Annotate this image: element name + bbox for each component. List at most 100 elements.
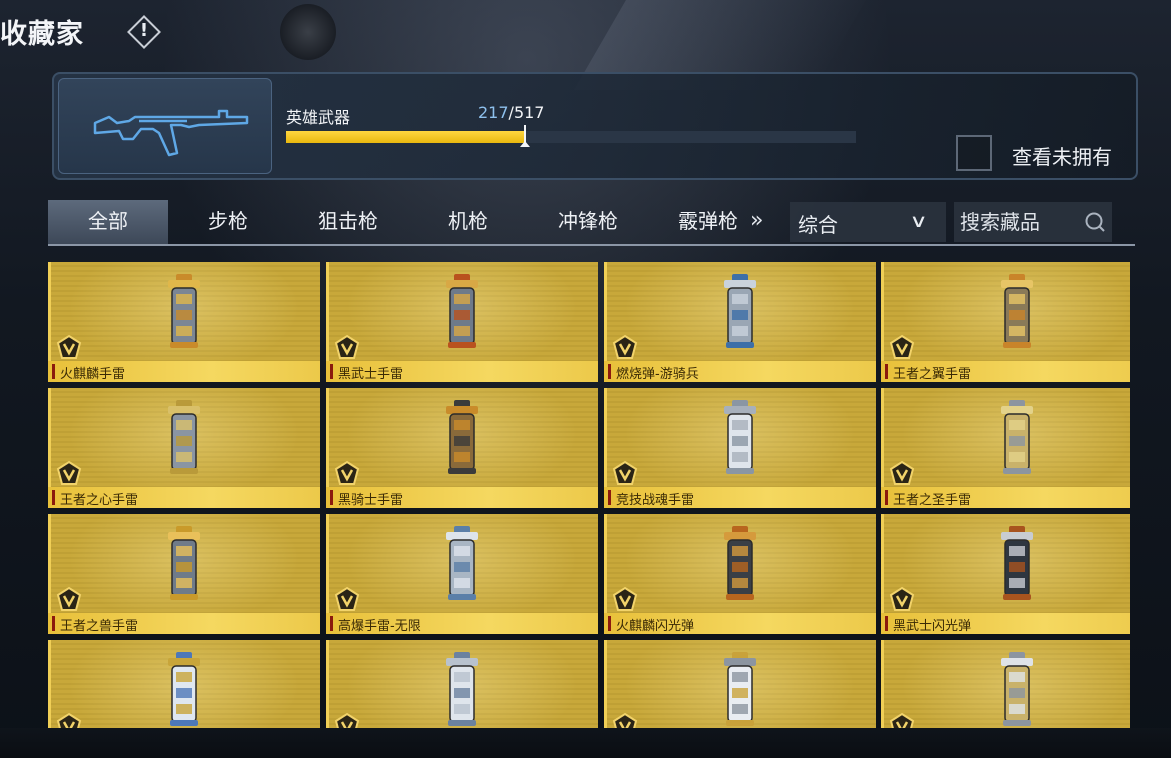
collection-item-card[interactable] bbox=[604, 640, 876, 728]
card-edge bbox=[604, 640, 607, 728]
search-box[interactable] bbox=[954, 202, 1112, 242]
hero-rank-badge-icon bbox=[889, 712, 915, 728]
collection-item-card[interactable]: 高爆手雷-无限 bbox=[326, 514, 598, 634]
item-name: 王者之翼手雷 bbox=[893, 367, 972, 382]
name-accent bbox=[608, 364, 611, 379]
collection-item-card[interactable]: 竞技战魂手雷 bbox=[604, 388, 876, 508]
total-count: 517 bbox=[513, 103, 545, 122]
grenade-icon bbox=[168, 400, 200, 474]
hero-rank-badge-icon bbox=[612, 712, 638, 728]
collection-item-card[interactable]: 燃烧弹-游骑兵 bbox=[604, 262, 876, 382]
item-name: 燃烧弹-游骑兵 bbox=[616, 367, 699, 382]
collection-item-card[interactable]: 王者之心手雷 bbox=[48, 388, 320, 508]
collection-item-card[interactable]: 火麒麟手雷 bbox=[48, 262, 320, 382]
item-name: 黑武士手雷 bbox=[338, 367, 404, 382]
item-name: 火麒麟手雷 bbox=[60, 367, 126, 382]
hero-rank-badge-icon bbox=[334, 460, 360, 485]
item-name-bar: 黑武士手雷 bbox=[326, 361, 598, 382]
name-accent bbox=[330, 616, 333, 631]
hero-rank-badge-icon bbox=[612, 334, 638, 359]
collection-count: 217/517 bbox=[478, 103, 544, 122]
hero-rank-badge-icon bbox=[334, 334, 360, 359]
sort-selected-value: 综合 bbox=[798, 213, 838, 237]
item-name-bar: 王者之圣手雷 bbox=[881, 487, 1130, 508]
name-accent bbox=[885, 490, 888, 505]
collection-item-card[interactable]: 王者之圣手雷 bbox=[881, 388, 1130, 508]
background-decoration bbox=[280, 4, 336, 60]
item-name: 王者之圣手雷 bbox=[893, 493, 972, 508]
item-name: 高爆手雷-无限 bbox=[338, 619, 421, 634]
grenade-icon bbox=[168, 652, 200, 726]
grenade-icon bbox=[1001, 274, 1033, 348]
item-name-bar: 高爆手雷-无限 bbox=[326, 613, 598, 634]
grenade-icon bbox=[168, 274, 200, 348]
background-decoration bbox=[0, 728, 1171, 758]
search-icon[interactable] bbox=[1084, 211, 1106, 233]
grenade-icon bbox=[168, 526, 200, 600]
grenade-icon bbox=[446, 274, 478, 348]
tab-rifle[interactable]: 步枪 bbox=[168, 200, 288, 244]
hero-rank-badge-icon bbox=[889, 460, 915, 485]
progress-fill bbox=[286, 131, 525, 143]
hero-rank-badge-icon bbox=[56, 712, 82, 728]
hero-rank-badge-icon bbox=[889, 334, 915, 359]
grenade-icon bbox=[446, 652, 478, 726]
info-button[interactable]: ! bbox=[126, 14, 162, 50]
name-accent bbox=[885, 364, 888, 379]
grenade-icon bbox=[724, 526, 756, 600]
hero-rank-badge-icon bbox=[889, 586, 915, 611]
name-accent bbox=[330, 364, 333, 379]
hero-rank-badge-icon bbox=[334, 586, 360, 611]
category-weapon-card bbox=[58, 78, 272, 174]
grenade-icon bbox=[1001, 652, 1033, 726]
tab-sniper[interactable]: 狙击枪 bbox=[288, 200, 408, 244]
collection-item-card[interactable]: 黑武士闪光弹 bbox=[881, 514, 1130, 634]
item-name-bar: 燃烧弹-游骑兵 bbox=[604, 361, 876, 382]
collection-item-card[interactable]: 王者之兽手雷 bbox=[48, 514, 320, 634]
hero-rank-badge-icon bbox=[56, 334, 82, 359]
collection-grid: 火麒麟手雷 黑武士手雷 燃烧弹-游骑兵 王者之翼手雷王者之心手雷 黑骑士手雷 竞技战魂手雷… bbox=[48, 262, 1130, 728]
name-accent bbox=[52, 490, 55, 505]
page-title: 收藏家 bbox=[0, 19, 84, 50]
hero-rank-badge-icon bbox=[612, 586, 638, 611]
grenade-icon bbox=[1001, 400, 1033, 474]
collection-item-card[interactable] bbox=[48, 640, 320, 728]
collection-item-card[interactable]: 王者之翼手雷 bbox=[881, 262, 1130, 382]
show-unowned-label[interactable]: 查看未拥有 bbox=[1012, 141, 1112, 170]
grenade-icon bbox=[724, 652, 756, 726]
item-name: 竞技战魂手雷 bbox=[616, 493, 695, 508]
card-edge bbox=[881, 640, 884, 728]
item-name: 火麒麟闪光弹 bbox=[616, 619, 695, 634]
sort-dropdown[interactable]: 综合 ∨ bbox=[790, 202, 946, 242]
tab-machine-gun[interactable]: 机枪 bbox=[408, 200, 528, 244]
owned-count: 217 bbox=[478, 103, 509, 122]
search-input[interactable] bbox=[960, 206, 1080, 238]
item-name-bar: 黑武士闪光弹 bbox=[881, 613, 1130, 634]
progress-marker bbox=[520, 125, 530, 147]
name-accent bbox=[608, 616, 611, 631]
collection-item-card[interactable] bbox=[326, 640, 598, 728]
name-accent bbox=[330, 490, 333, 505]
tab-all[interactable]: 全部 bbox=[48, 200, 168, 244]
collection-item-card[interactable] bbox=[881, 640, 1130, 728]
chevron-down-icon: ∨ bbox=[909, 211, 928, 232]
more-tabs-button[interactable]: » bbox=[750, 200, 780, 244]
collection-item-card[interactable]: 黑骑士手雷 bbox=[326, 388, 598, 508]
item-name-bar: 王者之心手雷 bbox=[48, 487, 320, 508]
name-accent bbox=[52, 616, 55, 631]
name-accent bbox=[885, 616, 888, 631]
item-name: 黑武士闪光弹 bbox=[893, 619, 972, 634]
name-accent bbox=[52, 364, 55, 379]
show-unowned-checkbox[interactable] bbox=[956, 135, 992, 171]
info-mark: ! bbox=[139, 20, 149, 41]
tab-smg[interactable]: 冲锋枪 bbox=[528, 200, 648, 244]
collection-item-card[interactable]: 黑武士手雷 bbox=[326, 262, 598, 382]
card-edge bbox=[48, 640, 51, 728]
hero-rank-badge-icon bbox=[56, 460, 82, 485]
item-name: 黑骑士手雷 bbox=[338, 493, 404, 508]
item-name-bar: 竞技战魂手雷 bbox=[604, 487, 876, 508]
grenade-icon bbox=[724, 274, 756, 348]
item-name: 王者之心手雷 bbox=[60, 493, 139, 508]
collection-item-card[interactable]: 火麒麟闪光弹 bbox=[604, 514, 876, 634]
item-name: 王者之兽手雷 bbox=[60, 619, 139, 634]
